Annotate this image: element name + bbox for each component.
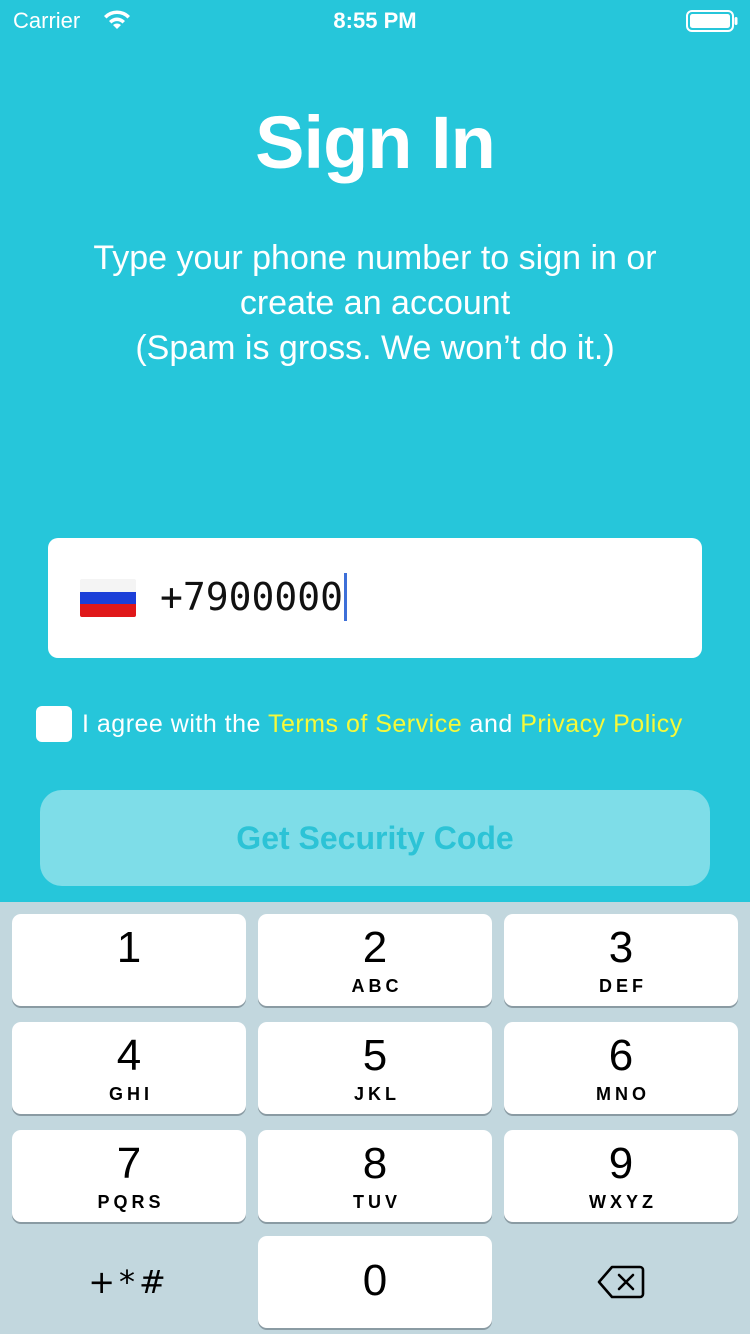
page-title: Sign In (255, 101, 496, 184)
backspace-icon (597, 1265, 645, 1299)
key-letters: TUV (353, 1192, 401, 1212)
key-letters: ABC (351, 976, 403, 996)
status-bar: Carrier 8:55 PM (0, 0, 750, 40)
key-9[interactable]: 9 WXYZ (504, 1130, 738, 1222)
agreement-row: I agree with the Terms of Service and Pr… (36, 706, 736, 742)
key-1[interactable]: 1 (12, 914, 246, 1006)
delete-key[interactable] (504, 1236, 738, 1328)
key-letters: MNO (596, 1084, 650, 1104)
key-digit: 1 (116, 923, 142, 972)
key-letters: WXYZ (589, 1192, 657, 1212)
russia-flag-icon[interactable] (80, 579, 136, 617)
battery-icon (686, 10, 738, 32)
page-subtitle: Type your phone number to sign in or cre… (60, 236, 690, 371)
key-8[interactable]: 8 TUV (258, 1130, 492, 1222)
terms-of-service-link[interactable]: Terms of Service (268, 710, 462, 738)
key-digit: 2 (362, 923, 388, 972)
key-letters: GHI (108, 1084, 153, 1104)
key-digit: 0 (362, 1256, 388, 1305)
key-letters: JKL (353, 1084, 400, 1104)
phone-number-value: +7900000 (160, 575, 344, 619)
agree-checkbox[interactable] (36, 706, 72, 742)
agreement-prefix: I agree with the (82, 710, 268, 738)
text-cursor (344, 572, 348, 621)
privacy-policy-link[interactable]: Privacy Policy (520, 710, 683, 738)
subtitle-line: (Spam is gross. We won’t do it.) (135, 329, 615, 367)
clock: 8:55 PM (333, 8, 417, 33)
key-digit: 8 (362, 1139, 388, 1188)
get-security-code-button[interactable]: Get Security Code (40, 790, 710, 886)
key-5[interactable]: 5 JKL (258, 1022, 492, 1114)
agreement-text: I agree with the Terms of Service and Pr… (82, 710, 683, 739)
key-0[interactable]: 0 (258, 1236, 492, 1328)
phone-number-field[interactable]: +7900000 (48, 538, 702, 658)
key-7[interactable]: 7 PQRS (12, 1130, 246, 1222)
key-3[interactable]: 3 DEF (504, 914, 738, 1006)
phone-number-input[interactable]: +7900000 (160, 572, 348, 624)
key-digit: 5 (362, 1031, 388, 1080)
key-digit: 4 (116, 1031, 142, 1080)
key-letters: PQRS (97, 1192, 165, 1212)
agreement-middle: and (462, 710, 521, 738)
numeric-keyboard: 1 2 ABC 3 DEF 4 GHI 5 JKL 6 MNO 7 PQRS 8… (0, 902, 750, 1334)
key-digit: 6 (608, 1031, 634, 1080)
symbols-label: +*# (88, 1263, 170, 1301)
subtitle-line: create an account (239, 284, 511, 322)
key-letters: DEF (599, 976, 647, 996)
symbols-key[interactable]: +*# (12, 1236, 246, 1328)
key-digit: 7 (116, 1139, 142, 1188)
key-6[interactable]: 6 MNO (504, 1022, 738, 1114)
key-4[interactable]: 4 GHI (12, 1022, 246, 1114)
subtitle-line: Type your phone number to sign in or (93, 239, 657, 277)
key-digit: 9 (608, 1139, 634, 1188)
key-2[interactable]: 2 ABC (258, 914, 492, 1006)
key-digit: 3 (608, 923, 634, 972)
